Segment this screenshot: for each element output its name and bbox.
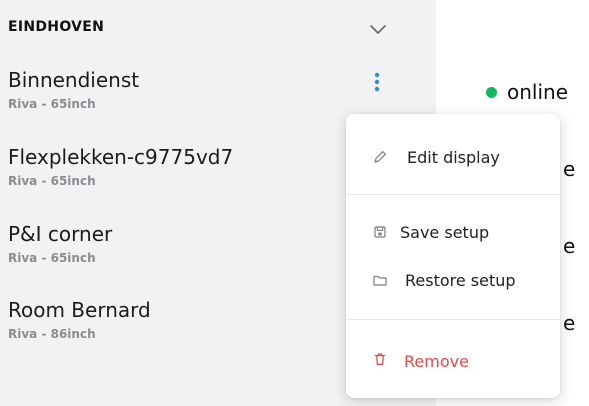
- group-title: EINDHOVEN: [8, 19, 105, 35]
- menu-divider: [346, 194, 560, 195]
- restore-setup-menu-item[interactable]: Restore setup: [346, 261, 560, 301]
- device-name: Binnendienst: [8, 68, 140, 92]
- device-status: online: [486, 80, 568, 104]
- remove-menu-item[interactable]: Remove: [346, 342, 560, 382]
- device-model: Riva - 65inch: [8, 174, 96, 188]
- device-options-menu: Edit display Save setup Restore setup Re…: [346, 114, 560, 398]
- device-name: Flexplekken-c9775vd7: [8, 145, 234, 169]
- chevron-down-icon[interactable]: [369, 20, 387, 38]
- save-icon: [374, 226, 386, 238]
- menu-item-label: Restore setup: [405, 271, 516, 290]
- edit-display-menu-item[interactable]: Edit display: [346, 138, 560, 178]
- online-status-dot: [486, 86, 497, 98]
- status-label-partial: e: [563, 234, 576, 258]
- menu-item-label: Remove: [404, 352, 469, 371]
- group-header[interactable]: EINDHOVEN: [0, 0, 436, 52]
- trash-icon: [374, 353, 386, 365]
- folder-icon: [373, 275, 387, 286]
- menu-item-label: Edit display: [407, 148, 500, 167]
- status-label: online: [507, 80, 569, 104]
- device-name: P&I corner: [8, 222, 113, 246]
- more-options-icon[interactable]: [366, 70, 388, 94]
- pencil-icon: [374, 151, 386, 163]
- device-model: Riva - 65inch: [8, 251, 96, 265]
- status-label-partial: e: [563, 311, 576, 335]
- device-list-screen: EINDHOVEN Binnendienst Riva - 65inch Fle…: [0, 0, 589, 406]
- menu-divider: [346, 319, 560, 320]
- menu-item-label: Save setup: [400, 223, 490, 242]
- save-setup-menu-item[interactable]: Save setup: [346, 213, 560, 253]
- device-model: Riva - 65inch: [8, 97, 96, 111]
- status-label-partial: e: [563, 157, 576, 181]
- device-name: Room Bernard: [8, 298, 151, 322]
- device-model: Riva - 86inch: [8, 327, 96, 341]
